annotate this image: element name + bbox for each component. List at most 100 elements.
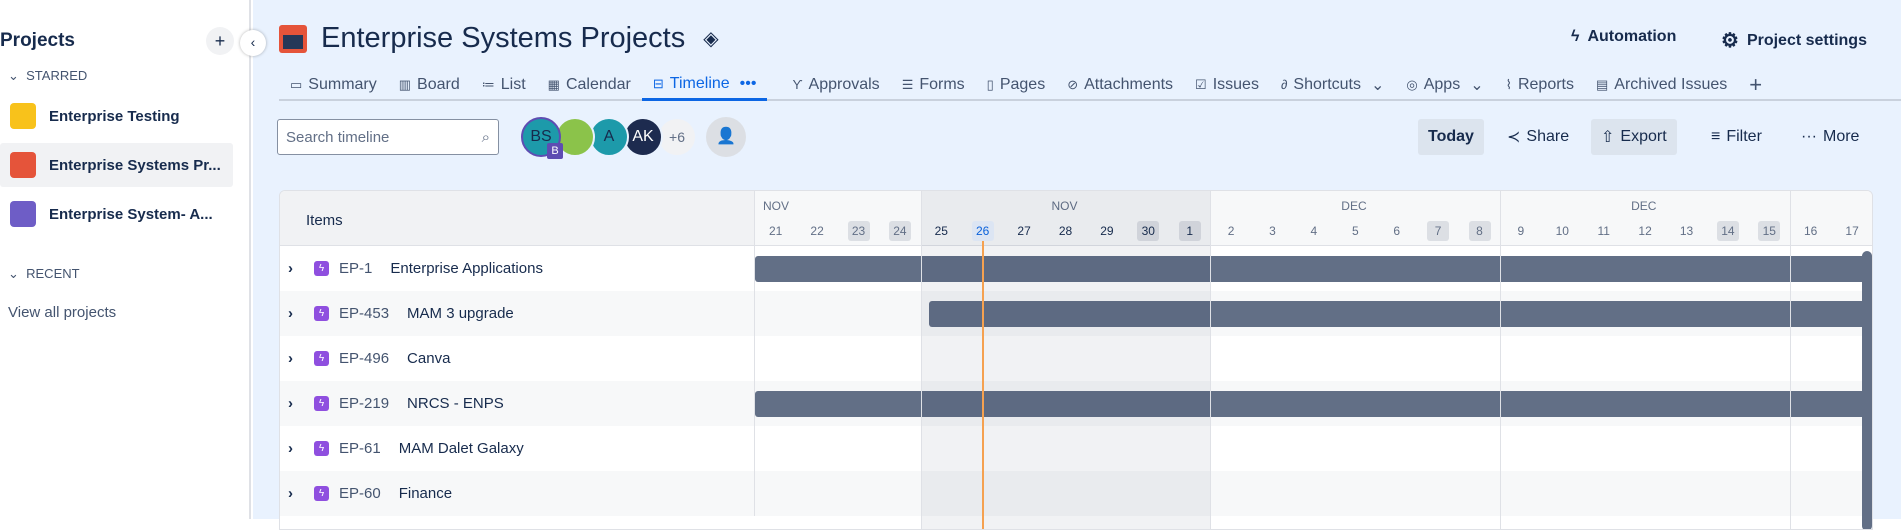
settings-label: Project settings	[1746, 31, 1867, 49]
day-label: 11	[1597, 224, 1610, 238]
project-logo-icon	[279, 24, 307, 53]
add-project-button[interactable]: +	[206, 27, 234, 55]
avatar[interactable]: AK	[623, 117, 663, 157]
search-input[interactable]: Search timeline ⌕	[277, 119, 499, 155]
tab-timeline[interactable]: ⊟ Timeline •••	[641, 70, 768, 101]
automation-label: Automation	[1587, 28, 1677, 45]
tab-apps[interactable]: ◎ Apps ⌄	[1395, 70, 1494, 99]
issue-title[interactable]: MAM Dalet Galaxy	[399, 440, 524, 457]
more-label: More	[1822, 128, 1860, 145]
epic-icon: ϟ	[314, 441, 329, 456]
tab-icon: ▥	[398, 76, 412, 92]
more-button[interactable]: ··· More	[1791, 119, 1869, 155]
issue-title[interactable]: MAM 3 upgrade	[407, 305, 514, 322]
day-label: 9	[1517, 224, 1525, 238]
tab-label: Issues	[1212, 75, 1259, 93]
row-label: › ϟ EP-453 MAM 3 upgrade	[280, 291, 755, 336]
expand-chevron-icon[interactable]: ›	[288, 485, 308, 502]
tab-shortcuts[interactable]: ∂ Shortcuts ⌄	[1270, 70, 1395, 99]
tab-reports[interactable]: ⌇ Reports	[1495, 70, 1585, 99]
issue-key[interactable]: EP-61	[339, 440, 381, 457]
expand-chevron-icon[interactable]: ›	[288, 395, 308, 412]
tab-approvals[interactable]: ϒ Approvals	[781, 70, 890, 99]
tab-more-button[interactable]: •••	[740, 75, 757, 93]
automation-button[interactable]: ϟ Automation	[1571, 28, 1676, 46]
add-people-button[interactable]: 👤	[706, 117, 746, 157]
tab-attachments[interactable]: ⊘ Attachments	[1056, 70, 1184, 99]
epic-icon: ϟ	[314, 261, 329, 276]
more-avatars-button[interactable]: +6	[657, 117, 697, 157]
gear-icon: ⚙	[1721, 30, 1739, 52]
week-divider	[920, 191, 922, 529]
row-label: › ϟ EP-61 MAM Dalet Galaxy	[280, 426, 755, 471]
expand-chevron-icon[interactable]: ›	[288, 305, 308, 322]
tab-archived-issues[interactable]: ▤ Archived Issues	[1585, 70, 1738, 99]
avatar[interactable]: A	[589, 117, 629, 157]
current-week-shade	[920, 191, 1211, 529]
tab-icon: ⊘	[1067, 76, 1079, 92]
today-button[interactable]: Today	[1418, 119, 1484, 155]
tab-list[interactable]: ≔ List	[471, 70, 537, 99]
tab-label: Board	[417, 75, 460, 93]
day-label: 15	[1758, 221, 1781, 241]
tab-icon: ≔	[481, 76, 495, 92]
vertical-scrollbar[interactable]	[1862, 251, 1872, 529]
issue-title[interactable]: Finance	[399, 485, 452, 502]
share-label: Share	[1526, 128, 1570, 145]
day-label: 8	[1468, 221, 1491, 241]
epic-icon: ϟ	[314, 486, 329, 501]
expand-chevron-icon[interactable]: ›	[288, 350, 308, 367]
issue-key[interactable]: EP-219	[339, 395, 389, 412]
chevron-down-icon[interactable]: ⌄	[1371, 75, 1384, 95]
issue-title[interactable]: Enterprise Applications	[390, 260, 543, 277]
tab-pages[interactable]: ▯ Pages	[976, 70, 1057, 99]
day-label: 16	[1804, 224, 1818, 238]
tab-forms[interactable]: ☰ Forms	[891, 70, 976, 99]
items-header: Items	[280, 191, 755, 246]
filter-button[interactable]: ≡ Filter	[1701, 119, 1772, 155]
tab-label: Archived Issues	[1614, 75, 1728, 93]
day-label: 12	[1638, 224, 1652, 238]
issue-key[interactable]: EP-1	[339, 260, 372, 277]
sidebar-title: Projects	[0, 30, 75, 51]
tab-label: Apps	[1423, 75, 1461, 93]
chevron-down-icon[interactable]: ⌄	[1470, 75, 1483, 95]
day-label: 6	[1393, 224, 1401, 238]
project-settings-button[interactable]: ⚙ Project settings	[1721, 28, 1867, 53]
sidebar-item-enterprise-systems[interactable]: Enterprise Systems Pr...	[0, 143, 233, 187]
week-divider	[1210, 191, 1212, 529]
tab-issues[interactable]: ☑ Issues	[1184, 70, 1270, 99]
day-label: 21	[769, 224, 783, 238]
tab-icon: ⌇	[1505, 76, 1512, 92]
paint-bucket-icon[interactable]: ◈	[703, 26, 718, 51]
tab-icon: ▦	[547, 76, 560, 92]
add-tab-button[interactable]: +	[1738, 70, 1773, 99]
recent-section-toggle[interactable]: ⌄ RECENT	[8, 266, 80, 282]
avatar-initials: A	[603, 128, 615, 145]
export-button[interactable]: ⇧ Export	[1591, 119, 1677, 155]
issue-title[interactable]: NRCS - ENPS	[407, 395, 504, 412]
issue-key[interactable]: EP-496	[339, 350, 389, 367]
tab-label: Summary	[308, 75, 377, 93]
issue-key[interactable]: EP-453	[339, 305, 389, 322]
sidebar-item-enterprise-testing[interactable]: Enterprise Testing	[0, 94, 233, 138]
share-button[interactable]: ≺ Share	[1497, 119, 1579, 155]
tab-label: Pages	[999, 75, 1046, 93]
tab-summary[interactable]: ▭ Summary	[279, 70, 388, 99]
starred-label: STARRED	[26, 68, 88, 83]
expand-chevron-icon[interactable]: ›	[288, 440, 308, 457]
issue-title[interactable]: Canva	[407, 350, 450, 367]
day-label: 3	[1269, 224, 1276, 238]
collapse-sidebar-button[interactable]: ‹	[240, 30, 266, 56]
avatar[interactable]: BS B	[521, 117, 563, 159]
issue-key[interactable]: EP-60	[339, 485, 381, 502]
view-all-projects-link[interactable]: View all projects	[8, 304, 116, 321]
tab-icon: ϒ	[792, 77, 803, 92]
starred-section-toggle[interactable]: ⌄ STARRED	[8, 68, 87, 84]
tab-calendar[interactable]: ▦ Calendar	[537, 70, 642, 99]
search-icon: ⌕	[481, 128, 490, 146]
expand-chevron-icon[interactable]: ›	[288, 260, 308, 277]
sidebar-item-label: Enterprise Testing	[49, 107, 180, 125]
tab-board[interactable]: ▥ Board	[388, 70, 471, 99]
sidebar-item-enterprise-system-a[interactable]: Enterprise System- A...	[0, 192, 233, 236]
